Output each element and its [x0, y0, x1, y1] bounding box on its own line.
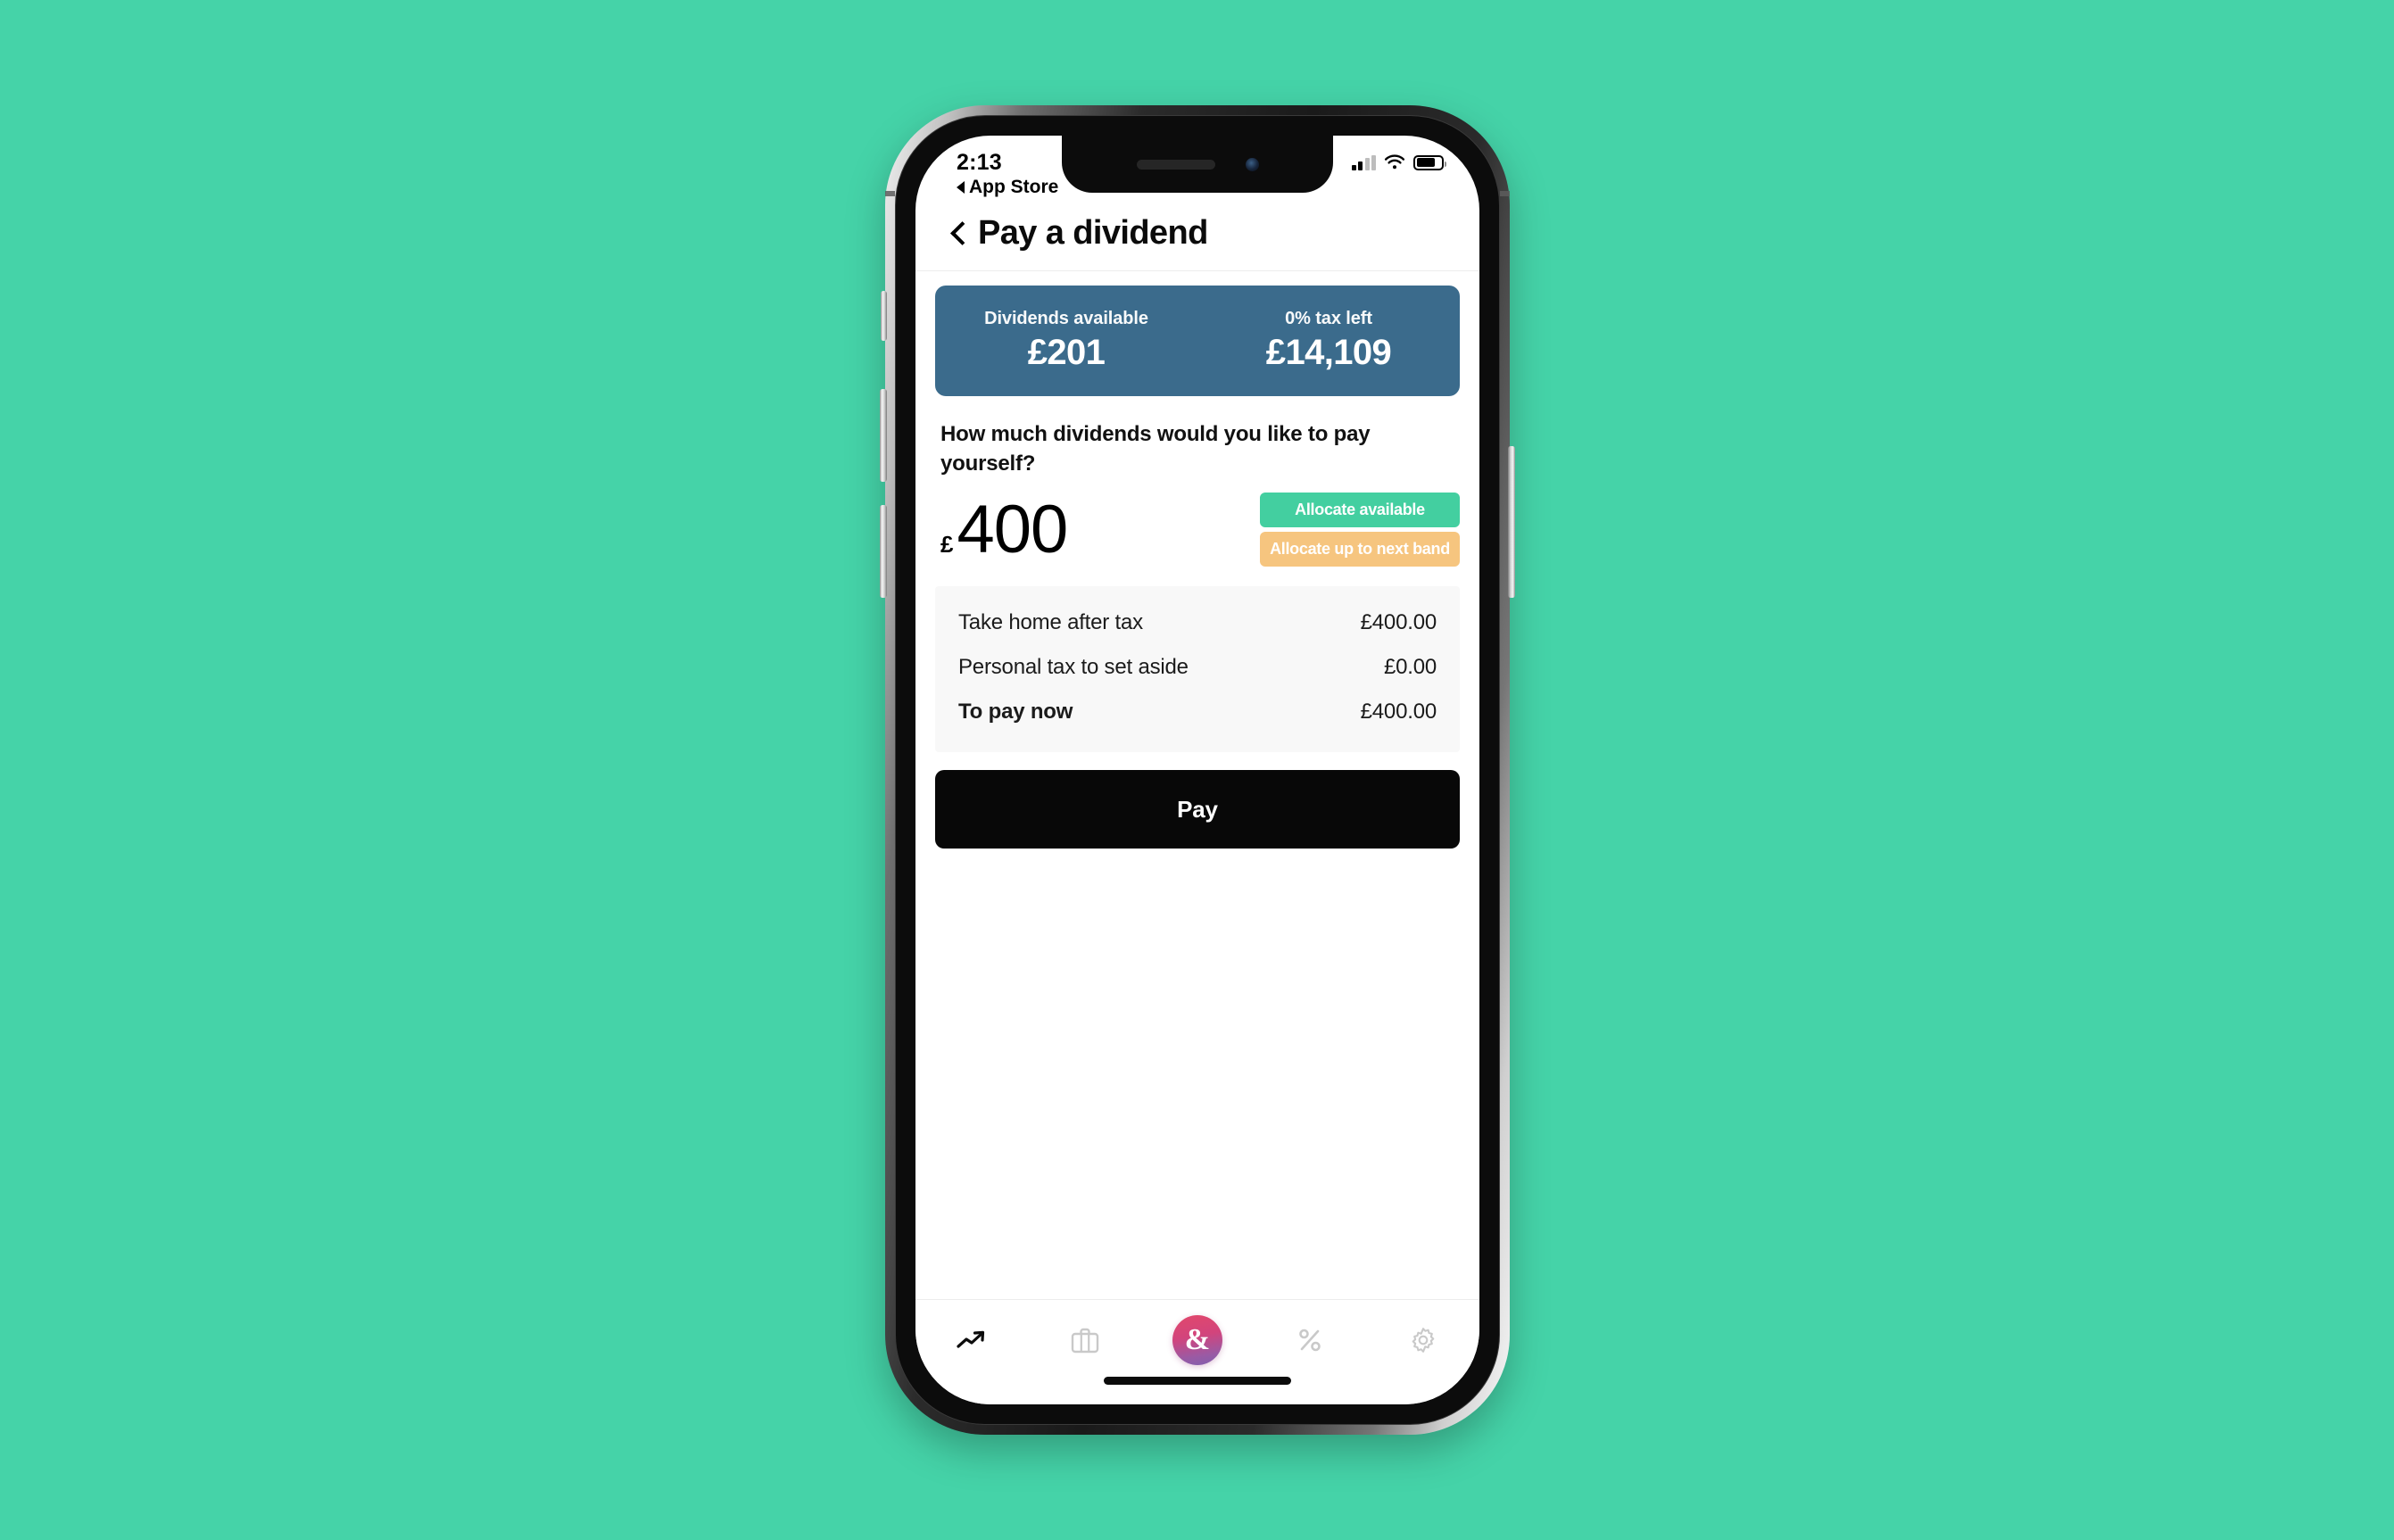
back-to-app-store-link[interactable]: App Store: [915, 177, 1479, 198]
breakdown-row: Take home after tax £400.00: [958, 600, 1437, 645]
silent-switch-button[interactable]: [881, 291, 887, 341]
ampersand-icon: &: [1172, 1315, 1222, 1365]
breakdown-value: £400.00: [1360, 700, 1437, 724]
status-bar: 2:13: [915, 136, 1479, 180]
breakdown-label: To pay now: [958, 700, 1073, 724]
phone-frame: 2:13 App Store Pay a dividend Dividends …: [880, 105, 1515, 1435]
breakdown-value: £0.00: [1383, 655, 1437, 680]
briefcase-icon: [1071, 1328, 1098, 1354]
question-label: How much dividends would you like to pay…: [940, 422, 1371, 476]
power-button[interactable]: [1508, 446, 1515, 598]
status-time: 2:13: [957, 149, 1002, 175]
tab-bar: &: [915, 1299, 1479, 1404]
summary-cell-dividends-available: Dividends available £201: [935, 309, 1197, 373]
nav-header: Pay a dividend: [915, 198, 1479, 271]
status-indicators: [1351, 154, 1446, 170]
amount-input[interactable]: £ 400: [940, 491, 1068, 567]
back-to-app-store-label: App Store: [969, 177, 1059, 197]
volume-up-button[interactable]: [880, 389, 887, 482]
wifi-icon: [1384, 154, 1405, 170]
pay-button[interactable]: Pay: [935, 770, 1460, 849]
volume-down-button[interactable]: [880, 505, 887, 598]
summary-label: 0% tax left: [1285, 309, 1372, 328]
chevron-left-icon[interactable]: [951, 222, 964, 245]
percent-icon: [1299, 1329, 1321, 1352]
tab-item-briefcase[interactable]: [1052, 1314, 1118, 1366]
summary-value: £14,109: [1265, 333, 1392, 372]
tab-item-percent[interactable]: [1277, 1314, 1343, 1366]
breakdown-row: Personal tax to set aside £0.00: [958, 645, 1437, 690]
page-title: Pay a dividend: [978, 214, 1208, 252]
amount-value: 400: [957, 491, 1068, 567]
summary-label: Dividends available: [984, 309, 1148, 328]
tab-item-trending-up[interactable]: [939, 1314, 1005, 1366]
breakdown-row-total: To pay now £400.00: [958, 690, 1437, 734]
summary-card: Dividends available £201 0% tax left £14…: [935, 286, 1460, 396]
phone-bezel: 2:13 App Store Pay a dividend Dividends …: [895, 115, 1500, 1425]
tab-item-settings[interactable]: [1390, 1314, 1456, 1366]
breakdown-card: Take home after tax £400.00 Personal tax…: [935, 586, 1460, 753]
battery-icon: [1413, 154, 1446, 170]
cellular-signal-icon: [1351, 154, 1376, 170]
trending-up-icon: [957, 1330, 985, 1348]
ampersand-glyph: &: [1184, 1323, 1211, 1356]
currency-symbol: £: [940, 530, 954, 558]
phone-screen: 2:13 App Store Pay a dividend Dividends …: [915, 136, 1479, 1404]
antenna-line-right: [1500, 191, 1510, 196]
home-indicator[interactable]: [1104, 1377, 1291, 1385]
breakdown-value: £400.00: [1360, 610, 1437, 635]
antenna-line-left: [885, 191, 895, 196]
summary-cell-tax-left: 0% tax left £14,109: [1197, 309, 1460, 373]
breakdown-label: Personal tax to set aside: [958, 655, 1189, 680]
tab-item-ampersand[interactable]: &: [1164, 1314, 1230, 1366]
breakdown-label: Take home after tax: [958, 610, 1143, 635]
summary-value: £201: [1027, 333, 1106, 372]
gear-icon: [1412, 1328, 1435, 1353]
allocate-available-button[interactable]: Allocate available: [1260, 493, 1460, 528]
allocate-up-to-next-band-button[interactable]: Allocate up to next band: [1260, 532, 1460, 567]
allocate-buttons-group: Allocate available Allocate up to next b…: [1260, 493, 1460, 567]
amount-row: £ 400 Allocate available Allocate up to …: [940, 493, 1460, 567]
back-triangle-icon: [957, 181, 965, 194]
